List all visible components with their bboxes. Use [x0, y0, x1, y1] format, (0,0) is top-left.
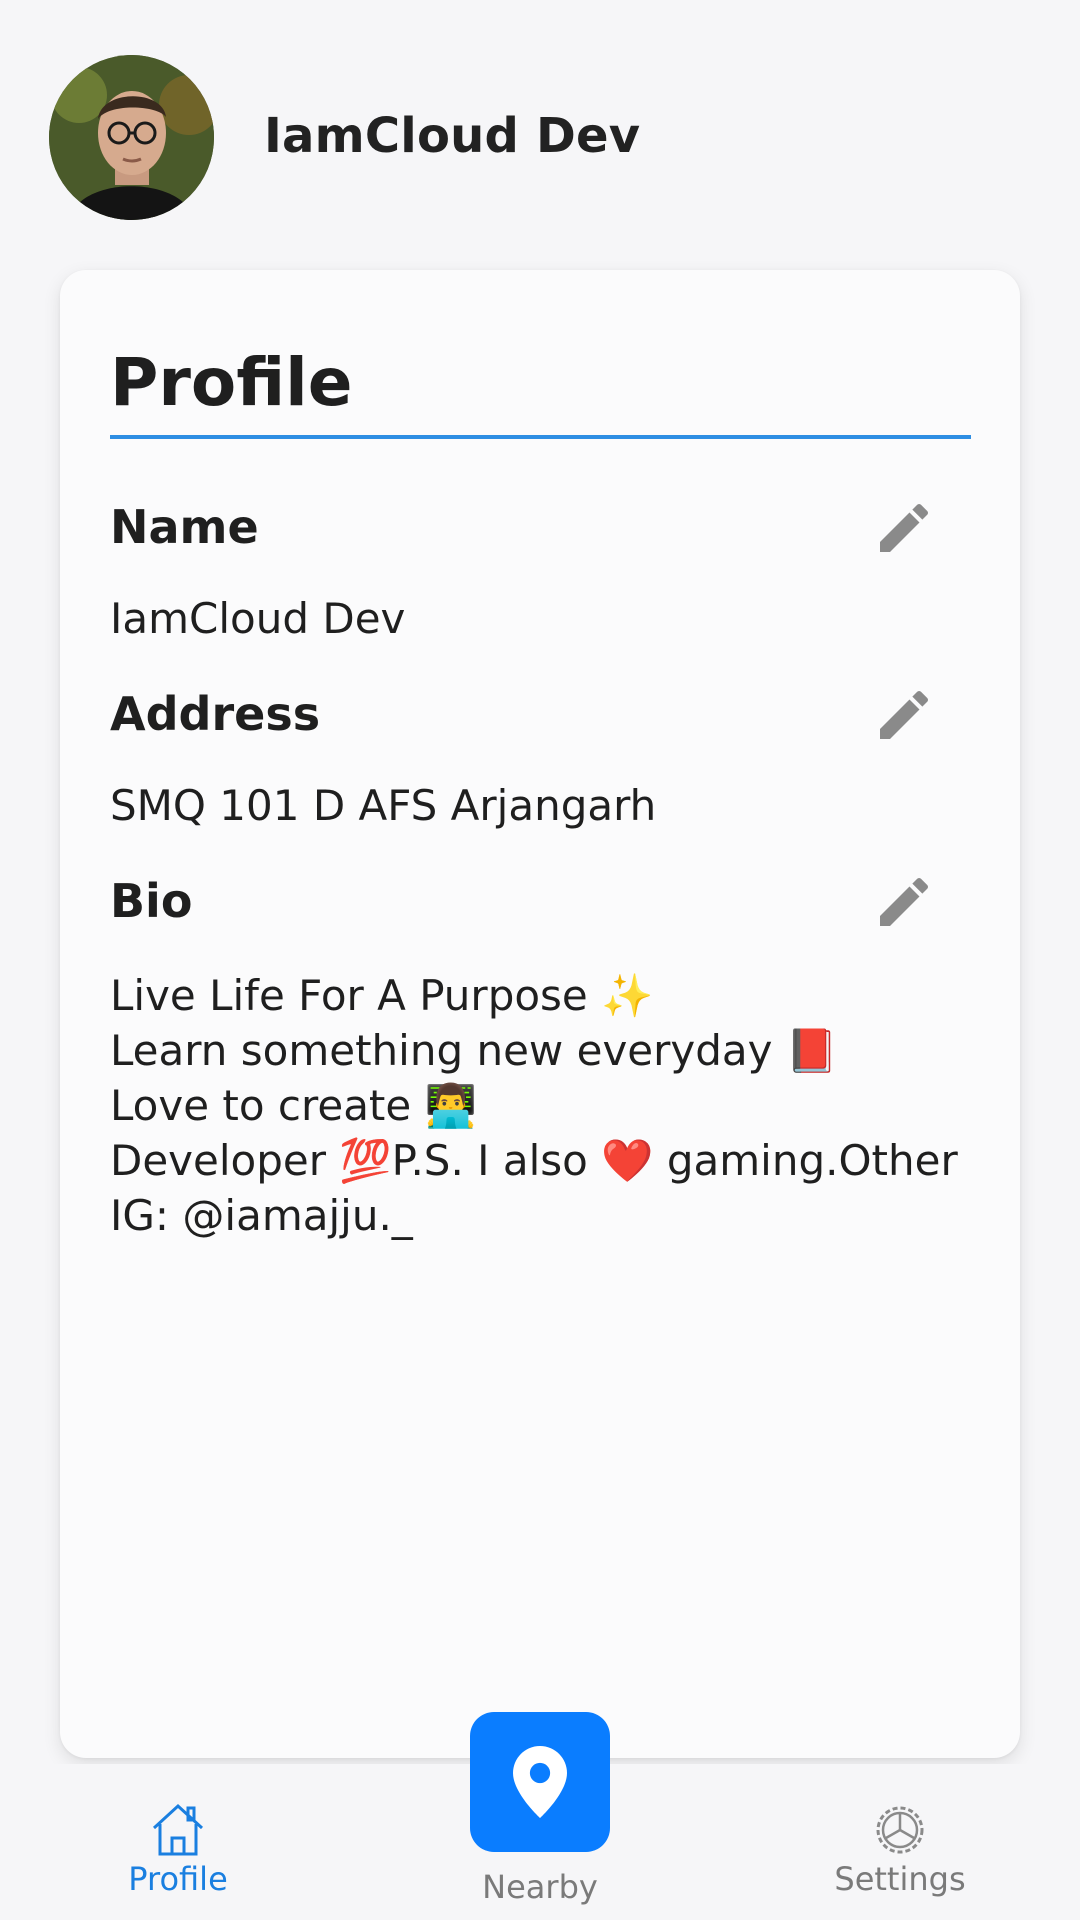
location-pin-icon — [513, 1746, 567, 1818]
nav-label-nearby[interactable]: Nearby — [440, 1868, 640, 1906]
edit-name-button[interactable] — [872, 496, 936, 560]
address-label: Address — [110, 687, 321, 741]
title-underline — [110, 435, 971, 439]
pencil-icon — [880, 877, 929, 926]
home-icon — [152, 1803, 204, 1856]
name-label: Name — [110, 500, 259, 554]
bio-value: Live Life For A Purpose ✨ Learn somethin… — [110, 971, 958, 1240]
gear-icon — [876, 1806, 924, 1854]
card-title: Profile — [110, 344, 353, 421]
address-value: SMQ 101 D AFS Arjangarh — [110, 781, 657, 830]
header-username: IamCloud Dev — [264, 108, 641, 164]
nav-label-profile: Profile — [128, 1860, 228, 1898]
pencil-icon — [880, 690, 929, 739]
edit-address-button[interactable] — [872, 683, 936, 747]
bio-label: Bio — [110, 874, 193, 928]
nav-item-profile[interactable]: Profile — [118, 1800, 238, 1898]
name-value: IamCloud Dev — [110, 594, 406, 643]
nav-item-settings[interactable]: Settings — [820, 1800, 980, 1898]
edit-bio-button[interactable] — [872, 870, 936, 934]
nearby-button[interactable] — [470, 1712, 610, 1852]
avatar-photo — [49, 55, 214, 220]
profile-card: Profile Name IamCloud Dev Address SMQ 10… — [60, 270, 1020, 1758]
profile-header: IamCloud Dev — [0, 0, 1080, 260]
nav-label-settings: Settings — [834, 1860, 966, 1898]
pencil-icon — [880, 503, 929, 552]
avatar[interactable] — [49, 55, 214, 220]
